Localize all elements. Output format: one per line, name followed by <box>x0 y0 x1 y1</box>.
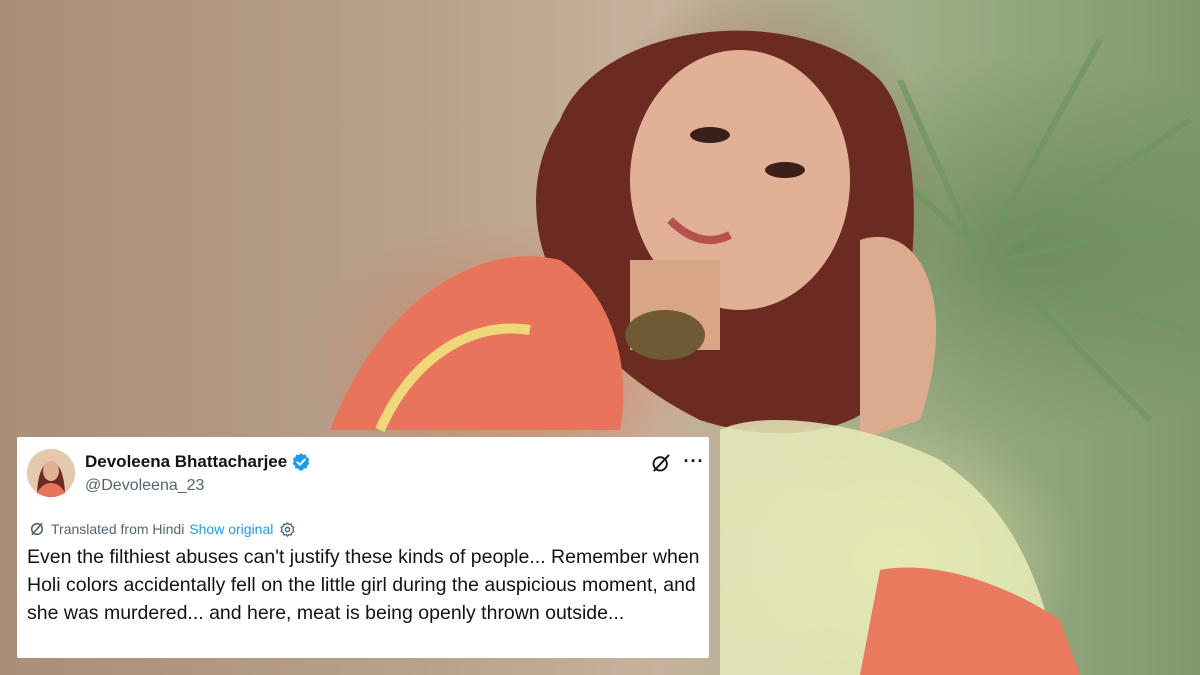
author-handle[interactable]: @Devoleena_23 <box>85 477 204 495</box>
tweet-card: Devoleena Bhattacharjee @Devoleena_23 ··… <box>17 437 709 658</box>
show-original-link[interactable]: Show original <box>189 521 273 537</box>
grok-icon[interactable] <box>651 453 671 473</box>
translated-label: Translated from Hindi <box>51 521 185 537</box>
translate-icon <box>30 522 44 536</box>
gear-icon[interactable] <box>279 521 296 538</box>
avatar[interactable] <box>27 449 75 497</box>
author-name[interactable]: Devoleena Bhattacharjee <box>85 452 287 472</box>
tweet-text: Even the filthiest abuses can't justify … <box>27 546 700 624</box>
verified-badge-icon <box>292 453 310 471</box>
more-icon[interactable]: ··· <box>681 449 707 473</box>
